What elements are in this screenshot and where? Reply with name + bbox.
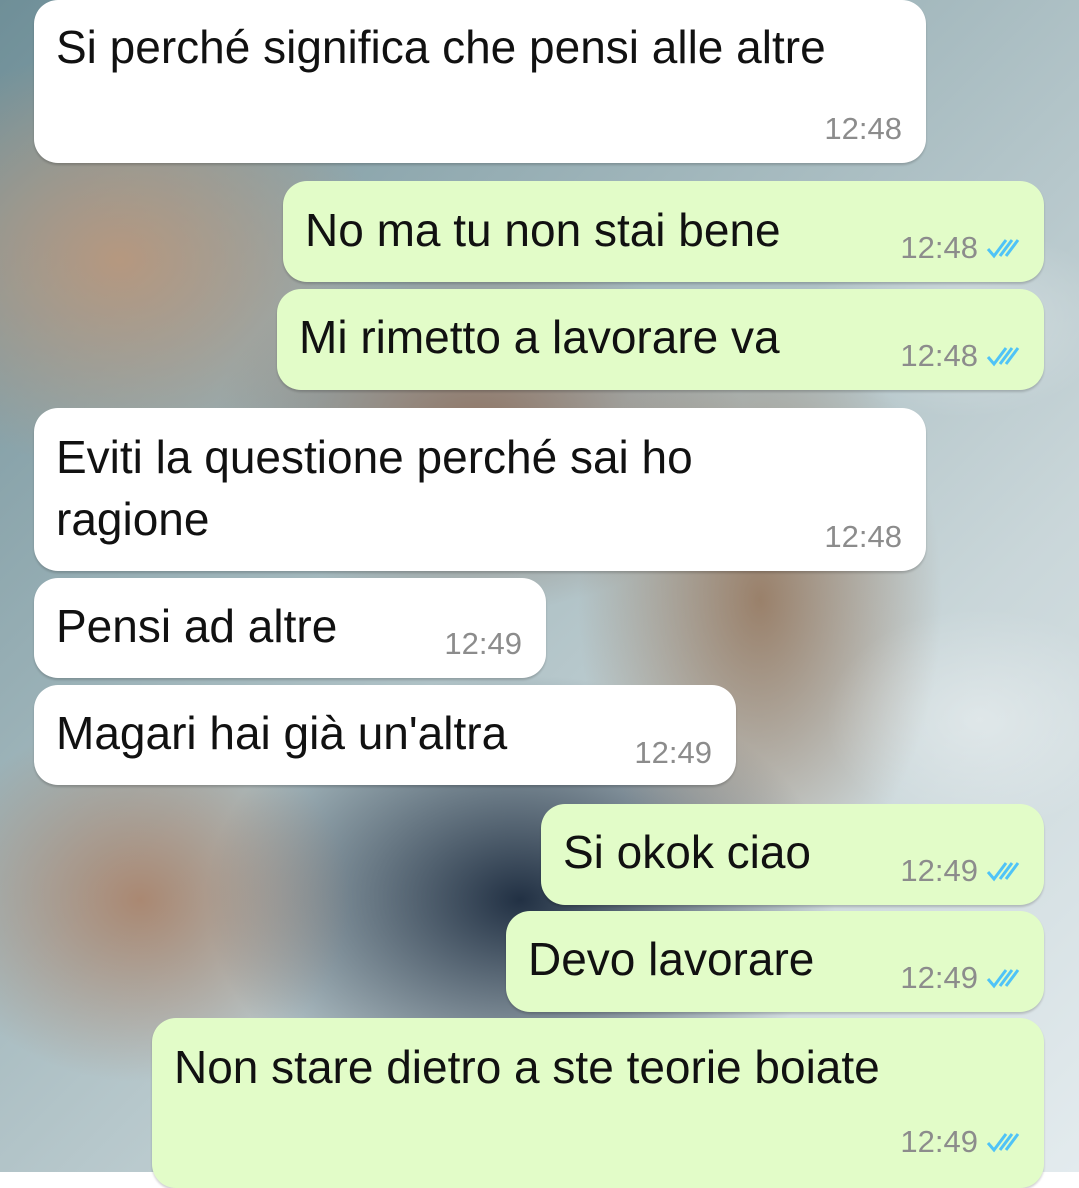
message-text: Mi rimetto a lavorare va (299, 311, 780, 363)
message-time: 12:48 (824, 111, 902, 146)
message-time: 12:49 (900, 853, 978, 888)
message-bubble-incoming[interactable]: Pensi ad altre 12:49 (34, 578, 546, 678)
message-bubble-outgoing[interactable]: Mi rimetto a lavorare va 12:48 (277, 289, 1044, 390)
message-text: Pensi ad altre (56, 600, 338, 652)
message-bubble-incoming[interactable]: Eviti la questione perché sai ho ragione… (34, 408, 926, 571)
message-bubble-outgoing[interactable]: Si okok ciao 12:49 (541, 804, 1044, 905)
message-text: Eviti la questione perché sai ho ragione (56, 431, 706, 545)
message-bubble-outgoing[interactable]: Devo lavorare 12:49 (506, 911, 1044, 1012)
message-text: Magari hai già un'altra (56, 707, 508, 759)
message-bubble-outgoing[interactable]: No ma tu non stai bene 12:48 (283, 181, 1044, 282)
message-text: Si perché significa che pensi alle altre (56, 21, 826, 73)
read-check-icon (986, 859, 1022, 883)
message-time: 12:48 (824, 519, 902, 554)
message-bubble-incoming[interactable]: Si perché significa che pensi alle altre… (34, 0, 926, 163)
read-check-icon (986, 966, 1022, 990)
message-time: 12:48 (900, 230, 978, 265)
message-text: Non stare dietro a ste teorie boiate (174, 1041, 880, 1093)
message-time: 12:49 (900, 960, 978, 995)
message-time: 12:48 (900, 338, 978, 373)
message-bubble-incoming[interactable]: Magari hai già un'altra 12:49 (34, 685, 736, 785)
read-check-icon (986, 344, 1022, 368)
message-time: 12:49 (634, 735, 712, 770)
message-text: No ma tu non stai bene (305, 204, 781, 256)
message-bubble-outgoing[interactable]: Non stare dietro a ste teorie boiate 12:… (152, 1018, 1044, 1188)
message-text: Devo lavorare (528, 933, 815, 985)
message-time: 12:49 (900, 1124, 978, 1159)
message-time: 12:49 (444, 626, 522, 661)
read-check-icon (986, 236, 1022, 260)
read-check-icon (986, 1130, 1022, 1154)
message-text: Si okok ciao (563, 826, 812, 878)
